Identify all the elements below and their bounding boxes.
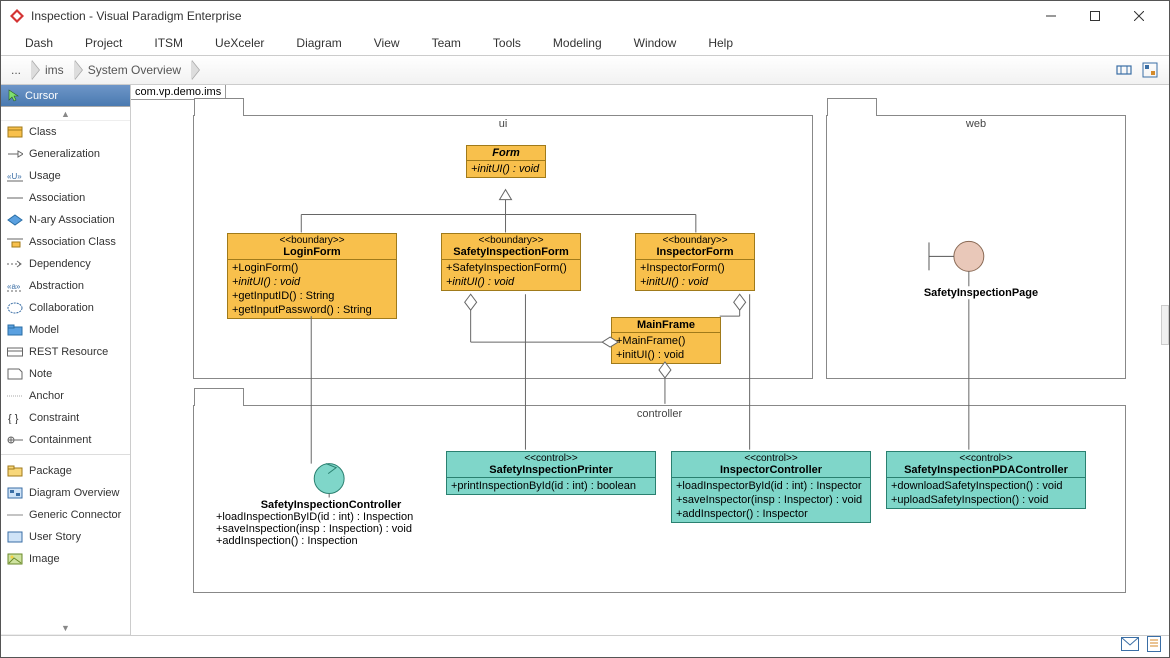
menu-team[interactable]: Team [416, 32, 477, 54]
mail-icon[interactable] [1121, 637, 1139, 656]
statusbar [1, 635, 1169, 657]
breadcrumb-system-overview[interactable]: System Overview [74, 58, 191, 82]
class-safetyinspectionpdacontroller[interactable]: <<control>>SafetyInspectionPDAController… [886, 451, 1086, 509]
aclass-icon [7, 235, 23, 249]
note-icon[interactable] [1147, 636, 1161, 657]
palette-scroll-up[interactable]: ▲ [1, 107, 130, 121]
class-inspectorcontroller[interactable]: <<control>>InspectorController +loadInsp… [671, 451, 871, 523]
palette-image[interactable]: Image [1, 548, 130, 570]
constraint-icon: { } [7, 411, 23, 425]
palette-package[interactable]: Package [1, 460, 130, 482]
package-web-label: web [827, 116, 1125, 132]
menu-window[interactable]: Window [618, 32, 693, 54]
menu-dash[interactable]: Dash [9, 32, 69, 54]
gen-icon [7, 147, 23, 161]
class-safetyinspectioncontroller[interactable]: SafetyInspectionController +loadInspecti… [216, 499, 446, 547]
class-safetyinspectionform[interactable]: <<boundary>>SafetyInspectionForm +Safety… [441, 233, 581, 291]
palette-association-class[interactable]: Association Class [1, 231, 130, 253]
gconn-icon [7, 508, 23, 522]
class-icon [7, 125, 23, 139]
palette-anchor[interactable]: Anchor [1, 385, 130, 407]
class-safetyinspectionprinter[interactable]: <<control>>SafetyInspectionPrinter +prin… [446, 451, 656, 495]
palette-dependency[interactable]: Dependency [1, 253, 130, 275]
palette-generic-connector[interactable]: Generic Connector [1, 504, 130, 526]
palette-class[interactable]: Class [1, 121, 130, 143]
menu-tools[interactable]: Tools [477, 32, 537, 54]
svg-text:«U»: «U» [7, 172, 22, 181]
menu-uexceler[interactable]: UeXceler [199, 32, 280, 54]
class-form[interactable]: Form +initUI() : void [466, 145, 546, 178]
breadcrumb: ... ims System Overview [5, 58, 1115, 82]
menu-modeling[interactable]: Modeling [537, 32, 618, 54]
dov-icon [7, 486, 23, 500]
menu-help[interactable]: Help [692, 32, 749, 54]
maximize-button[interactable] [1073, 1, 1117, 31]
palette-rest-resource[interactable]: REST Resource [1, 341, 130, 363]
menu-diagram[interactable]: Diagram [280, 32, 357, 54]
close-button[interactable] [1117, 1, 1161, 31]
toolbar-icon-1[interactable] [1115, 61, 1133, 79]
palette-diagram-overview[interactable]: Diagram Overview [1, 482, 130, 504]
cursor-icon [7, 89, 21, 103]
breadcrumb-bar: ... ims System Overview [1, 55, 1169, 85]
dep-icon [7, 257, 23, 271]
palette-generalization[interactable]: Generalization [1, 143, 130, 165]
abs-icon: «a» [7, 279, 23, 293]
palette-constraint[interactable]: { }Constraint [1, 407, 130, 429]
minimize-button[interactable] [1029, 1, 1073, 31]
menu-itsm[interactable]: ITSM [138, 32, 199, 54]
breadcrumb-ims[interactable]: ims [31, 58, 74, 82]
menubar: Dash Project ITSM UeXceler Diagram View … [1, 31, 1169, 55]
menu-view[interactable]: View [358, 32, 416, 54]
anchor-icon [7, 389, 23, 403]
pkg-icon [7, 464, 23, 478]
palette-abstraction[interactable]: «a»Abstraction [1, 275, 130, 297]
palette-usage[interactable]: «U»Usage [1, 165, 130, 187]
class-inspectorform[interactable]: <<boundary>>InspectorForm +InspectorForm… [635, 233, 755, 291]
menu-project[interactable]: Project [69, 32, 138, 54]
titlebar: Inspection - Visual Paradigm Enterprise [1, 1, 1169, 31]
svg-text:«a»: «a» [7, 282, 21, 291]
palette-association[interactable]: Association [1, 187, 130, 209]
class-safetyinspectionpage[interactable]: SafetyInspectionPage [891, 287, 1071, 299]
assoc-icon [7, 191, 23, 205]
contain-icon [7, 433, 23, 447]
cursor-tool[interactable]: Cursor [1, 85, 130, 107]
package-ui-label: ui [194, 116, 812, 132]
palette-model[interactable]: Model [1, 319, 130, 341]
collab-icon [7, 301, 23, 315]
palette-scroll-down[interactable]: ▼ [1, 621, 130, 635]
scroll-guide[interactable] [1161, 305, 1169, 345]
breadcrumb-root[interactable]: ... [5, 58, 31, 82]
class-mainframe[interactable]: MainFrame +MainFrame() +initUI() : void [611, 317, 721, 364]
package-web[interactable]: web [826, 115, 1126, 379]
nary-icon [7, 213, 23, 227]
tool-palette: Cursor ▲ ClassGeneralization«U»UsageAsso… [1, 85, 131, 635]
palette-note[interactable]: Note [1, 363, 130, 385]
usage-icon: «U» [7, 169, 23, 183]
toolbar-icon-2[interactable] [1141, 61, 1159, 79]
diagram-canvas[interactable]: com.vp.demo.ims ui web controller Form +… [131, 85, 1169, 635]
model-icon [7, 323, 23, 337]
app-logo-icon [9, 8, 25, 24]
package-controller-label: controller [194, 406, 1125, 422]
rest-icon [7, 345, 23, 359]
cursor-label: Cursor [25, 90, 58, 102]
palette-user-story[interactable]: User Story [1, 526, 130, 548]
image-icon [7, 552, 23, 566]
note-icon [7, 367, 23, 381]
class-loginform[interactable]: <<boundary>>LoginForm +LoginForm() +init… [227, 233, 397, 319]
svg-text:{ }: { } [8, 413, 19, 424]
ustory-icon [7, 530, 23, 544]
window-title: Inspection - Visual Paradigm Enterprise [31, 9, 1029, 23]
palette-containment[interactable]: Containment [1, 429, 130, 451]
palette-n-ary-association[interactable]: N-ary Association [1, 209, 130, 231]
palette-collaboration[interactable]: Collaboration [1, 297, 130, 319]
